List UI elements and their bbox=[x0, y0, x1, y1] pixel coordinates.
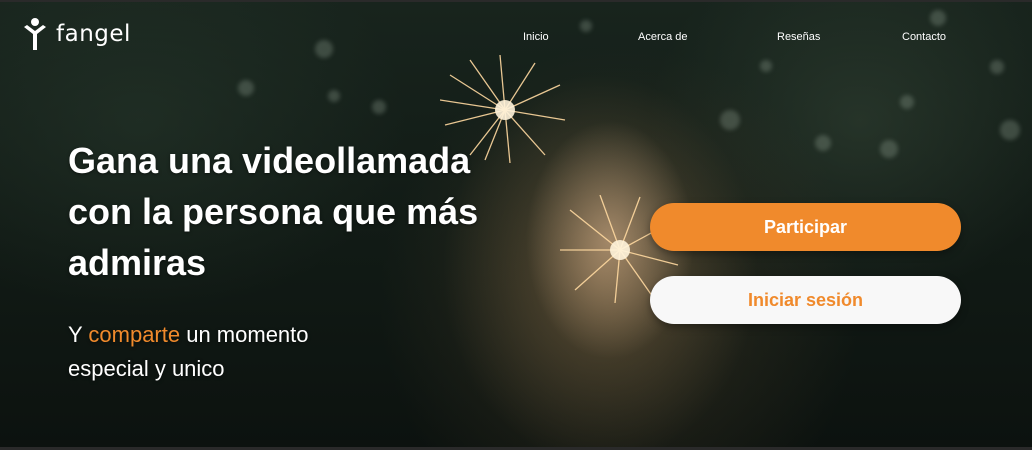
hero-subtitle-line2: especial y unico bbox=[68, 356, 225, 381]
main-navigation: Inicio Acerca de Reseñas Contacto bbox=[0, 31, 1032, 47]
hero-subtitle-prefix: Y bbox=[68, 322, 89, 347]
hero-subtitle-accent: comparte bbox=[88, 322, 181, 347]
hero-title: Gana una videollamada con la persona que… bbox=[68, 135, 538, 288]
login-button[interactable]: Iniciar sesión bbox=[650, 276, 961, 324]
participar-button[interactable]: Participar bbox=[650, 203, 961, 251]
nav-link-contacto[interactable]: Contacto bbox=[902, 31, 946, 43]
hero-title-line: Gana una videollamada bbox=[68, 140, 471, 181]
window-top-border bbox=[0, 0, 1032, 2]
hero-subtitle-suffix: un momento bbox=[180, 322, 309, 347]
nav-link-resenas[interactable]: Reseñas bbox=[777, 31, 820, 43]
hero-title-line: admiras bbox=[68, 242, 207, 283]
nav-link-inicio[interactable]: Inicio bbox=[523, 31, 549, 43]
hero-subtitle: Y comparte un momento especial y unico bbox=[68, 318, 408, 386]
hero-title-line: con la persona que más bbox=[68, 191, 479, 232]
nav-link-acerca-de[interactable]: Acerca de bbox=[638, 31, 688, 43]
